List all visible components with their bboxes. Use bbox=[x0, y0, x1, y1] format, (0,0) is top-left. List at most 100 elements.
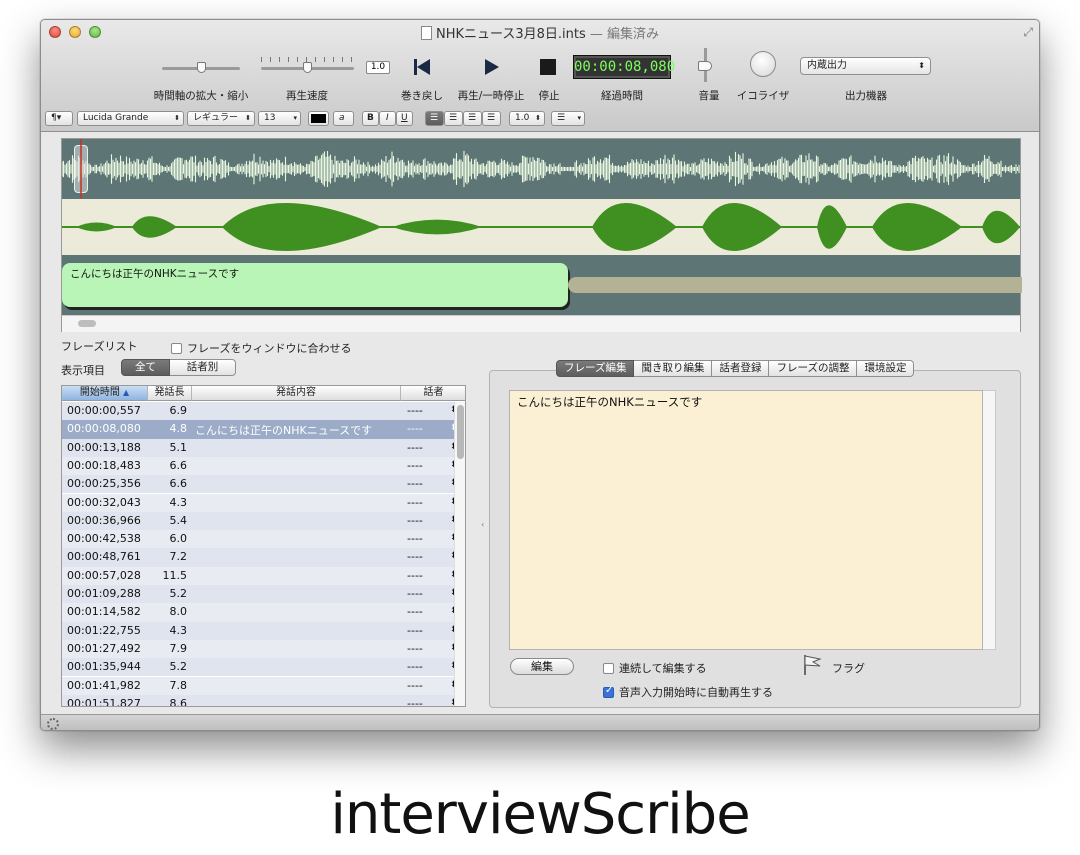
phrase-list-title: フレーズリスト bbox=[61, 340, 138, 353]
fit-to-window-checkbox[interactable]: フレーズをウィンドウに合わせる bbox=[171, 340, 351, 356]
speaker-cell[interactable]: ---- bbox=[407, 679, 447, 692]
list-style-select[interactable]: ☰ ▾ bbox=[551, 111, 585, 126]
table-row[interactable]: 00:01:41,9827.8----⬍ bbox=[62, 676, 458, 695]
font-size-select[interactable]: 13 ▾ bbox=[258, 111, 301, 126]
filter-by-speaker-button[interactable]: 話者別 bbox=[170, 359, 236, 376]
speaker-cell[interactable]: ---- bbox=[407, 660, 447, 673]
slider-knob[interactable] bbox=[196, 62, 206, 73]
start-time-cell: 00:01:22,755 bbox=[67, 623, 141, 637]
column-header-start-time[interactable]: 開始時間 ▲ bbox=[62, 386, 148, 401]
editor-tab[interactable]: フレーズの調整 bbox=[769, 360, 858, 377]
column-header-content[interactable]: 発話内容 bbox=[192, 386, 401, 401]
column-header-speaker[interactable]: 話者 bbox=[401, 386, 465, 401]
speaker-cell[interactable]: ---- bbox=[407, 587, 447, 600]
speaker-cell[interactable]: ---- bbox=[407, 496, 447, 509]
continuous-edit-checkbox[interactable]: 連続して編集する bbox=[603, 660, 707, 676]
scroll-thumb[interactable] bbox=[78, 320, 96, 327]
checkbox-box[interactable] bbox=[603, 662, 614, 674]
waveform-panel[interactable]: こんにちは正午のNHKニュースです bbox=[61, 138, 1022, 332]
amplitude-envelope-view[interactable] bbox=[62, 199, 1020, 255]
speaker-cell[interactable]: ---- bbox=[407, 514, 447, 527]
length-cell: 6.0 bbox=[169, 532, 188, 546]
line-spacing-select[interactable]: 1.0 ⬍ bbox=[509, 111, 545, 126]
font-style-select[interactable]: レギュラー ⬍ bbox=[187, 111, 255, 126]
speaker-cell[interactable]: ---- bbox=[407, 459, 447, 472]
editor-scrollbar[interactable] bbox=[983, 390, 996, 650]
equalizer-knob[interactable] bbox=[750, 51, 776, 77]
split-view-handle[interactable]: ‹ bbox=[481, 520, 484, 529]
editor-tab[interactable]: 聞き取り編集 bbox=[634, 360, 713, 377]
rewind-button[interactable] bbox=[409, 56, 435, 78]
column-header-length[interactable]: 発話長 bbox=[148, 386, 192, 401]
table-row[interactable]: 00:00:57,02811.5----⬍ bbox=[62, 566, 458, 585]
speaker-cell[interactable]: ---- bbox=[407, 422, 447, 435]
table-row[interactable]: 00:01:27,4927.9----⬍ bbox=[62, 639, 458, 659]
timeline-zoom-slider[interactable] bbox=[162, 61, 240, 75]
stop-button[interactable] bbox=[535, 56, 561, 78]
table-row[interactable]: 00:01:09,2885.2----⬍ bbox=[62, 585, 458, 604]
align-center-button[interactable]: ☰ bbox=[444, 111, 463, 126]
table-row[interactable]: 00:00:42,5386.0----⬍ bbox=[62, 530, 458, 549]
speaker-cell[interactable]: ---- bbox=[407, 569, 447, 582]
underline-button[interactable]: U bbox=[396, 111, 413, 126]
table-row[interactable]: 00:00:08,0804.8こんにちは正午のNHKニュースです----⬍ bbox=[62, 420, 458, 439]
edit-button[interactable]: 編集 bbox=[510, 658, 574, 675]
table-row[interactable]: 00:01:35,9445.2----⬍ bbox=[62, 658, 458, 677]
align-justify-button[interactable]: ☰ bbox=[482, 111, 501, 126]
checkbox-box[interactable] bbox=[171, 342, 182, 354]
fullscreen-icon[interactable]: ⤢ bbox=[1023, 25, 1033, 40]
slider-knob[interactable] bbox=[698, 61, 712, 72]
speaker-cell[interactable]: ---- bbox=[407, 441, 447, 454]
table-row[interactable]: 00:00:18,4836.6----⬍ bbox=[62, 456, 458, 476]
table-row[interactable]: 00:00:13,1885.1----⬍ bbox=[62, 438, 458, 457]
table-row[interactable]: 00:00:36,9665.4----⬍ bbox=[62, 511, 458, 531]
font-family-select[interactable]: Lucida Grande ⬍ bbox=[77, 111, 184, 126]
phrase-segment-next[interactable] bbox=[568, 277, 1022, 293]
speaker-cell[interactable]: ---- bbox=[407, 532, 447, 545]
align-right-button[interactable]: ☰ bbox=[463, 111, 482, 126]
waveform-view[interactable] bbox=[62, 139, 1020, 199]
table-row[interactable]: 00:01:14,5828.0----⬍ bbox=[62, 603, 458, 622]
speaker-cell[interactable]: ---- bbox=[407, 624, 447, 637]
text-color-well[interactable] bbox=[308, 111, 329, 126]
editor-tab[interactable]: フレーズ編集 bbox=[556, 360, 635, 377]
paragraph-style-button[interactable]: ¶▾ bbox=[45, 111, 73, 126]
italic-button[interactable]: I bbox=[379, 111, 396, 126]
slider-knob[interactable] bbox=[303, 62, 312, 73]
phrase-segment-track[interactable]: こんにちは正午のNHKニュースです bbox=[62, 255, 1022, 315]
flag-icon[interactable] bbox=[803, 654, 823, 680]
editor-tab[interactable]: 環境設定 bbox=[857, 360, 915, 377]
speaker-cell[interactable]: ---- bbox=[407, 605, 447, 618]
waveform-scrollbar[interactable] bbox=[62, 315, 1020, 332]
speaker-cell[interactable]: ---- bbox=[407, 550, 447, 563]
output-device-select[interactable]: 内蔵出力 ⬍ bbox=[800, 57, 931, 75]
spinner-icon bbox=[47, 718, 59, 730]
table-row[interactable]: 00:01:51,8278.6----⬍ bbox=[62, 694, 458, 707]
editor-tab[interactable]: 話者登録 bbox=[712, 360, 770, 377]
speaker-cell[interactable]: ---- bbox=[407, 642, 447, 655]
phrase-table[interactable]: 開始時間 ▲ 発話長 発話内容 話者 00:00:00,5576.9----⬍0… bbox=[61, 385, 466, 707]
autoplay-checkbox[interactable]: 音声入力開始時に自動再生する bbox=[603, 684, 773, 700]
phrase-segment[interactable]: こんにちは正午のNHKニュースです bbox=[62, 263, 568, 307]
phrase-text-editor[interactable]: こんにちは正午のNHKニュースです bbox=[509, 390, 983, 650]
highlight-color-button[interactable]: a bbox=[333, 111, 354, 126]
speaker-cell[interactable]: ---- bbox=[407, 404, 447, 417]
align-left-button[interactable]: ☰ bbox=[425, 111, 444, 126]
filter-all-button[interactable]: 全て bbox=[121, 359, 170, 376]
table-row[interactable]: 00:00:25,3566.6----⬍ bbox=[62, 475, 458, 494]
table-row[interactable]: 00:00:00,5576.9----⬍ bbox=[62, 402, 458, 421]
speaker-cell[interactable]: ---- bbox=[407, 697, 447, 706]
table-row[interactable]: 00:00:48,7617.2----⬍ bbox=[62, 548, 458, 567]
volume-slider[interactable] bbox=[698, 48, 712, 82]
checkbox-box[interactable] bbox=[603, 685, 614, 698]
table-row[interactable]: 00:01:22,7554.3----⬍ bbox=[62, 621, 458, 640]
scroll-thumb[interactable] bbox=[457, 405, 464, 459]
play-pause-button[interactable] bbox=[478, 56, 504, 78]
bold-button[interactable]: B bbox=[362, 111, 379, 126]
timeline-zoom-label: 時間軸の拡大・縮小 bbox=[153, 90, 249, 102]
playback-speed-slider[interactable] bbox=[261, 57, 354, 75]
table-scrollbar[interactable] bbox=[454, 402, 465, 706]
speaker-cell[interactable]: ---- bbox=[407, 477, 447, 490]
length-cell: 8.6 bbox=[169, 696, 188, 707]
table-row[interactable]: 00:00:32,0434.3----⬍ bbox=[62, 493, 458, 512]
